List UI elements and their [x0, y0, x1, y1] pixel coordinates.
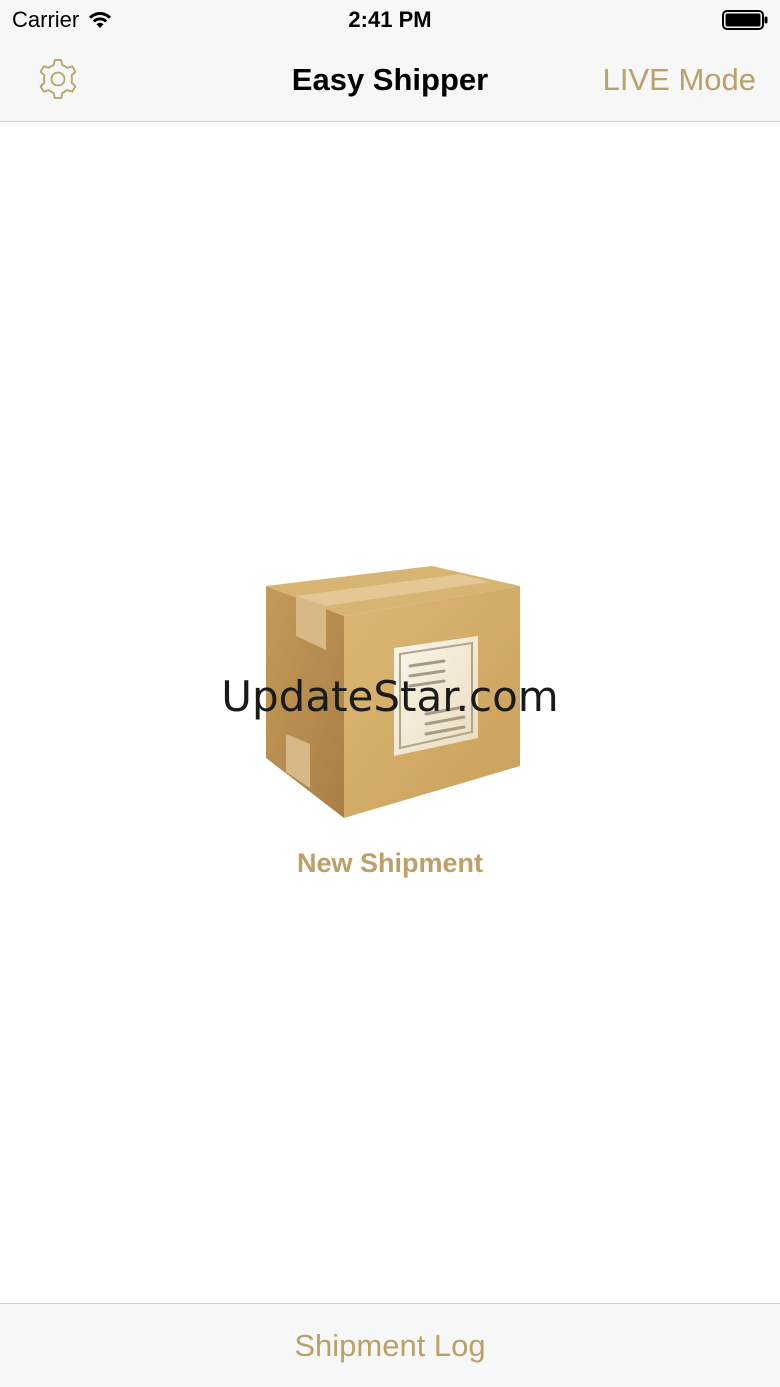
shipment-log-button[interactable]: Shipment Log	[0, 1328, 780, 1364]
new-shipment-label: New Shipment	[296, 848, 484, 878]
new-shipment-button[interactable]: New Shipment	[240, 560, 540, 890]
status-time: 2:41 PM	[348, 7, 432, 32]
bottom-toolbar: Shipment Log	[0, 1303, 780, 1387]
package-box-icon	[266, 566, 520, 818]
navigation-bar: Easy Shipper LIVE Mode	[0, 40, 780, 122]
live-mode-button[interactable]: LIVE Mode	[603, 62, 756, 98]
battery-icon	[722, 10, 768, 30]
status-bar: Carrier 2:41 PM	[0, 0, 780, 40]
app-screen: Carrier 2:41 PM Easy Shipper LIVE Mode N…	[0, 0, 780, 1387]
